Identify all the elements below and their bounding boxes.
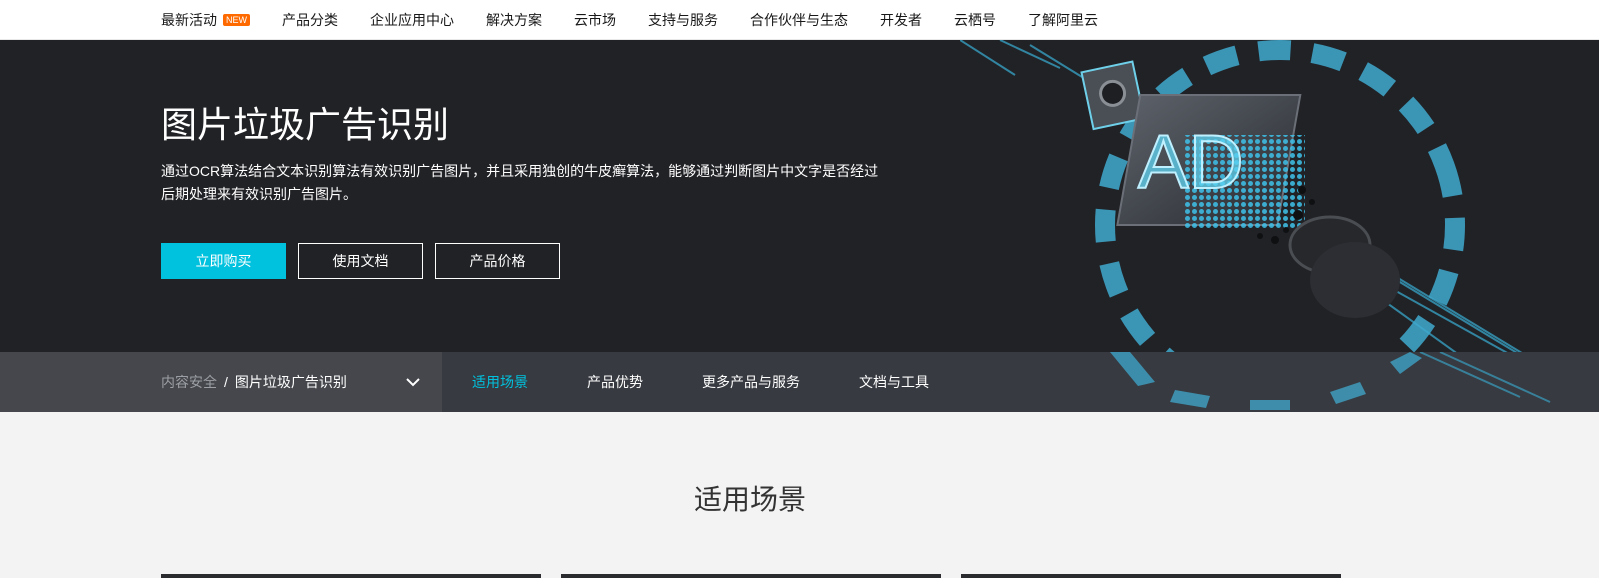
- tab-advantages[interactable]: 产品优势: [587, 372, 643, 392]
- top-navigation: 最新活动 NEW 产品分类 企业应用中心 解决方案 云市场 支持与服务 合作伙伴…: [0, 0, 1599, 40]
- nav-item-label: 云市场: [574, 12, 616, 28]
- pricing-button[interactable]: 产品价格: [435, 243, 560, 279]
- section-tabs: 适用场景 产品优势 更多产品与服务 文档与工具: [472, 352, 988, 412]
- new-badge: NEW: [223, 14, 250, 26]
- top-nav-items: 最新活动 NEW 产品分类 企业应用中心 解决方案 云市场 支持与服务 合作伙伴…: [161, 0, 1130, 40]
- scenario-card[interactable]: [961, 574, 1341, 578]
- ring-illustration-continuation: [1110, 352, 1551, 410]
- buy-now-button[interactable]: 立即购买: [161, 243, 286, 279]
- tab-use-cases[interactable]: 适用场景: [472, 372, 528, 392]
- nav-item-label: 开发者: [880, 12, 922, 28]
- breadcrumb-separator: /: [224, 374, 228, 390]
- documentation-button[interactable]: 使用文档: [298, 243, 423, 279]
- nav-item-enterprise-apps[interactable]: 企业应用中心: [370, 10, 454, 30]
- nav-item-label: 最新活动: [161, 12, 217, 28]
- nav-item-label: 云栖号: [954, 12, 996, 28]
- nav-item-label: 合作伙伴与生态: [750, 12, 848, 28]
- chevron-down-icon[interactable]: [404, 373, 422, 391]
- nav-item-products[interactable]: 产品分类: [282, 10, 338, 30]
- nav-item-label: 产品分类: [282, 12, 338, 28]
- tab-more-products[interactable]: 更多产品与服务: [702, 372, 800, 392]
- ad-graphic-text: AD: [1138, 120, 1244, 205]
- nav-item-label: 企业应用中心: [370, 12, 454, 28]
- nav-item-label: 支持与服务: [648, 12, 718, 28]
- nav-item-about[interactable]: 了解阿里云: [1028, 10, 1098, 30]
- breadcrumb-current: 图片垃圾广告识别: [234, 374, 347, 390]
- ad-recognition-illustration: AD: [960, 40, 1523, 352]
- nav-item-marketplace[interactable]: 云市场: [574, 10, 616, 30]
- breadcrumb-parent[interactable]: 内容安全: [161, 372, 217, 392]
- nav-item-partners[interactable]: 合作伙伴与生态: [750, 10, 848, 30]
- breadcrumb-selector[interactable]: 内容安全 / 图片垃圾广告识别: [0, 352, 442, 412]
- scenario-card[interactable]: [561, 574, 941, 578]
- page-title: 图片垃圾广告识别: [161, 104, 450, 145]
- hero-description: 通过OCR算法结合文本识别算法有效识别广告图片，并且采用独创的牛皮癣算法，能够通…: [161, 163, 879, 202]
- nav-item-developers[interactable]: 开发者: [880, 10, 922, 30]
- nav-item-support[interactable]: 支持与服务: [648, 10, 718, 30]
- scenario-card[interactable]: [161, 574, 541, 578]
- nav-item-label: 了解阿里云: [1028, 12, 1098, 28]
- nav-item-solutions[interactable]: 解决方案: [486, 10, 542, 30]
- nav-item-yunqi[interactable]: 云栖号: [954, 10, 996, 30]
- breadcrumb: 内容安全 / 图片垃圾广告识别: [161, 352, 347, 412]
- nav-item-label: 解决方案: [486, 12, 542, 28]
- product-sub-navigation: 内容安全 / 图片垃圾广告识别 适用场景 产品优势 更多产品与服务 文档与工具: [0, 352, 1599, 412]
- hero-banner: AD 图片垃圾广告识别 通过OCR算法结合文本识别算法有效识别广告图片，并且采用…: [0, 40, 1599, 352]
- section-title: 适用场景: [693, 484, 806, 515]
- tab-docs-tools[interactable]: 文档与工具: [859, 372, 929, 392]
- hero-actions: 立即购买 使用文档 产品价格: [161, 243, 572, 279]
- nav-item-latest-events[interactable]: 最新活动 NEW: [161, 10, 250, 30]
